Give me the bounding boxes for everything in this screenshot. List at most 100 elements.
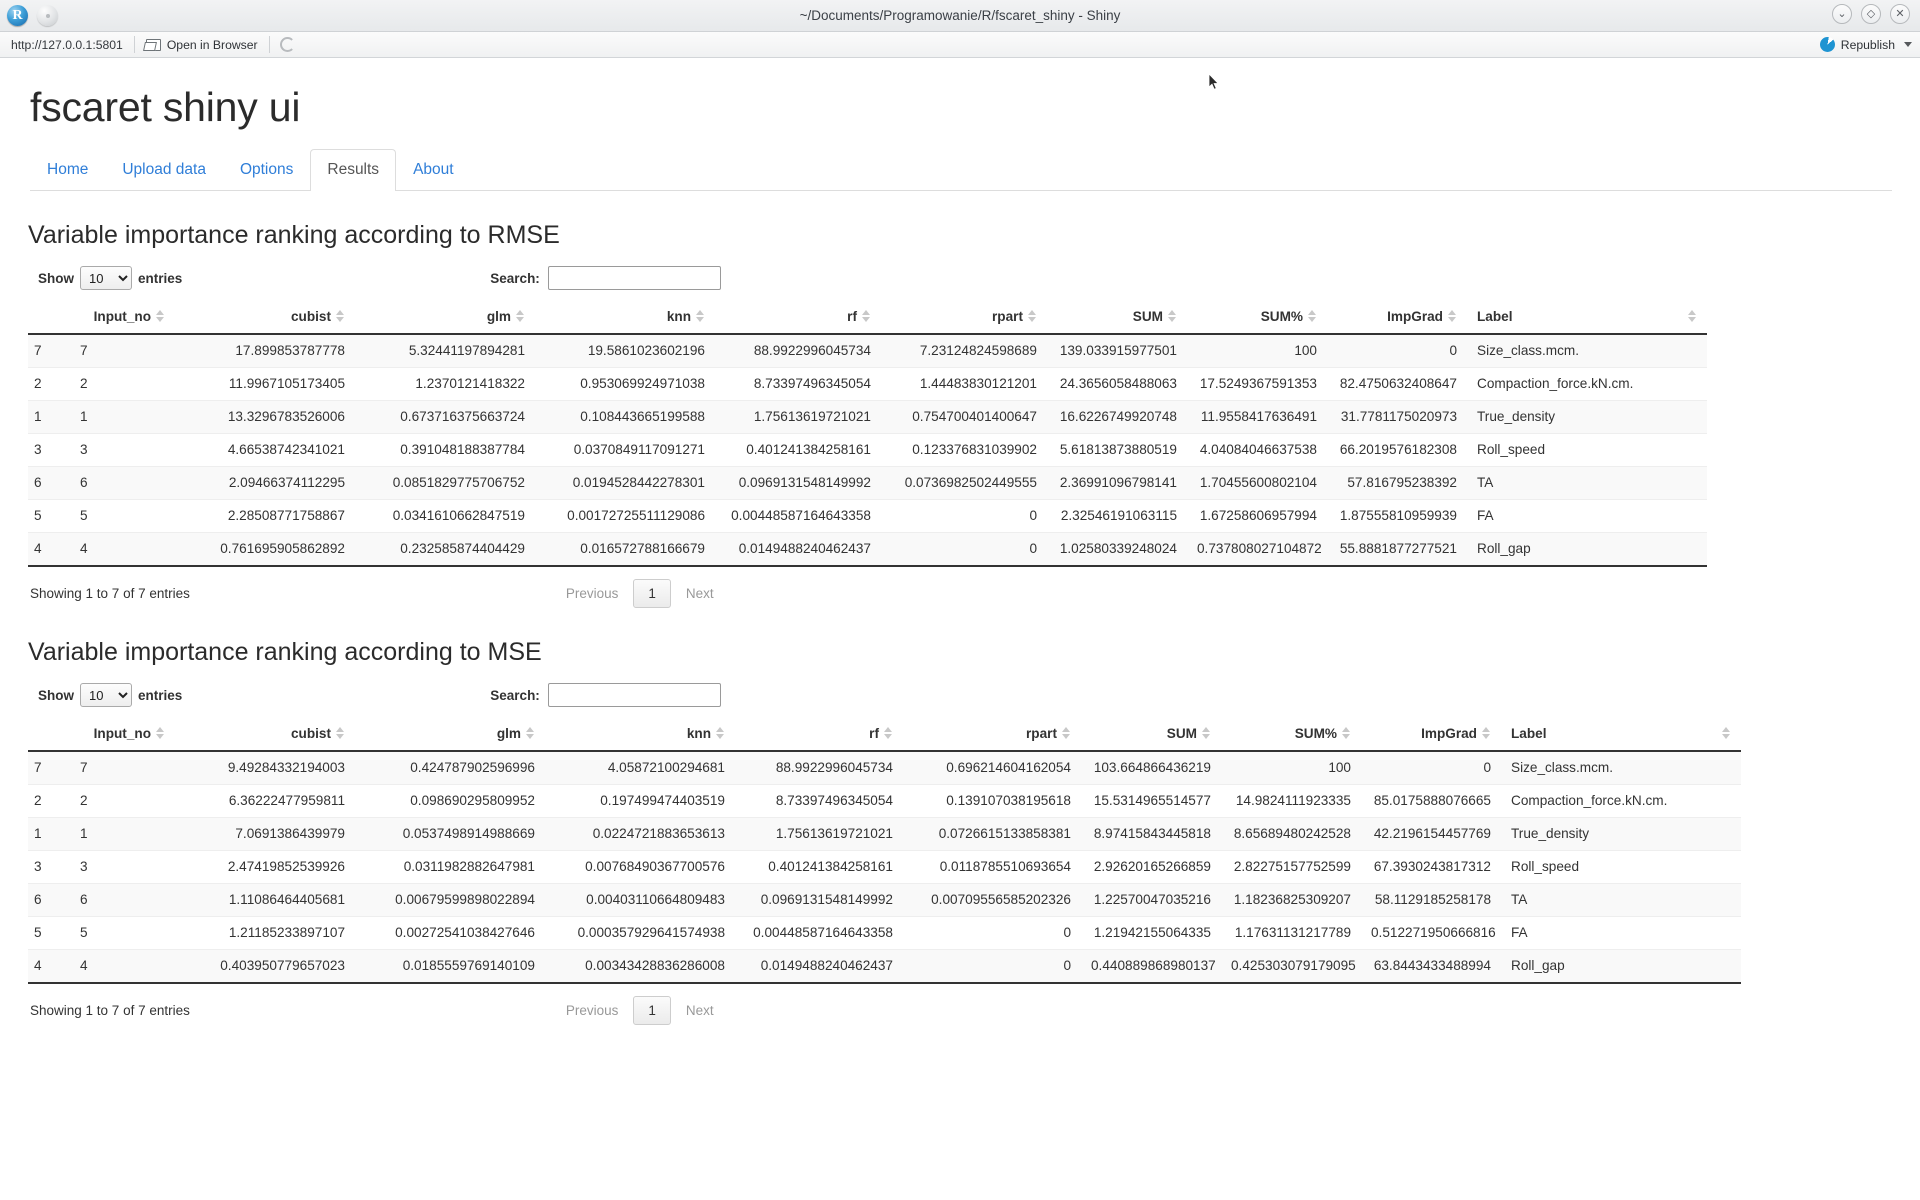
th-rpart-mse[interactable]: rpart — [903, 719, 1081, 753]
tab-about-item: About — [396, 149, 471, 190]
table-row[interactable]: 2 2 11.9967105173405 1.2370121418322 0.95306… — [28, 367, 1707, 402]
table-row[interactable]: 6 6 1.11086464405681 0.00679599898022894 0.0… — [28, 883, 1741, 918]
th-impgrad-rmse[interactable]: ImpGrad — [1327, 302, 1467, 336]
table-cell: 0.401241384258161 — [715, 433, 881, 468]
table-cell: 1.02580339248024 — [1047, 532, 1187, 568]
table-cell: 1.18236825309207 — [1221, 883, 1361, 918]
table-cell: 6 — [70, 883, 175, 918]
th-knn-rmse[interactable]: knn — [535, 302, 715, 336]
tab-about[interactable]: About — [396, 149, 471, 191]
tab-home[interactable]: Home — [30, 149, 105, 191]
table-cell: 0.0370849117091271 — [535, 433, 715, 468]
th-label-sum-mse: SUM — [1166, 726, 1197, 742]
table-cell: 2 — [70, 784, 175, 819]
table-cell: 3 — [28, 433, 70, 468]
th-label-sum-pct-mse: SUM% — [1294, 726, 1337, 742]
table-row[interactable]: 3 3 4.66538742341021 0.391048188387784 0.037… — [28, 433, 1707, 468]
th-cubist-rmse[interactable]: cubist — [175, 302, 355, 336]
tab-results[interactable]: Results — [310, 149, 397, 192]
table-cell: 0.0149488240462437 — [735, 949, 903, 985]
th-glm-rmse[interactable]: glm — [355, 302, 535, 336]
table-row[interactable]: 1 1 13.3296783526006 0.673716375663724 0.108… — [28, 400, 1707, 435]
th-glm-mse[interactable]: glm — [355, 719, 545, 753]
republish-button[interactable]: Republish — [1819, 37, 1912, 52]
page-1-button-mse[interactable]: 1 — [633, 996, 671, 1026]
page-length-select-mse[interactable]: 102550100 — [80, 683, 132, 708]
minimize-icon[interactable]: ⌄ — [1832, 4, 1852, 24]
th-sum-pct-mse[interactable]: SUM% — [1221, 719, 1361, 753]
table-row[interactable]: 7 7 9.49284332194003 0.424787902596996 4.058… — [28, 751, 1741, 786]
th-impgrad-mse[interactable]: ImpGrad — [1361, 719, 1501, 753]
page-title: fscaret shiny ui — [30, 84, 301, 130]
tab-upload-data[interactable]: Upload data — [105, 149, 223, 191]
chevron-down-icon[interactable] — [1904, 42, 1912, 47]
page-1-button-rmse[interactable]: 1 — [633, 579, 671, 609]
th-rownum-rmse — [28, 302, 70, 336]
th-input-no-mse[interactable]: Input_no — [70, 719, 175, 753]
table-cell: 2.92620165266859 — [1081, 850, 1221, 885]
table-row[interactable]: 1 1 7.0691386439979 0.0537498914988669 0.022… — [28, 817, 1741, 852]
table-cell: 31.7781175020973 — [1327, 400, 1467, 435]
previous-page-button-rmse[interactable]: Previous — [556, 580, 629, 607]
th-label-rf-rmse: rf — [847, 309, 857, 325]
table-cell: 0.00679599898022894 — [355, 883, 545, 918]
refresh-icon[interactable] — [279, 37, 295, 52]
table-cell: 0.403950779657023 — [175, 949, 355, 985]
table-row[interactable]: 4 4 0.403950779657023 0.0185559769140109 0.0… — [28, 949, 1741, 985]
table-cell: 1.75613619721021 — [715, 400, 881, 435]
table-cell: 103.664866436219 — [1081, 751, 1221, 786]
close-icon[interactable]: ✕ — [1890, 4, 1910, 24]
main-tabs: Home Upload data Options Results About — [30, 149, 1892, 192]
table-info-rmse: Showing 1 to 7 of 7 entries — [30, 586, 190, 602]
datatable-mse: Show 102550100 entries Search: — [28, 681, 1892, 1026]
th-rf-mse[interactable]: rf — [735, 719, 903, 753]
table-row[interactable]: 5 5 1.21185233897107 0.00272541038427646 0.0… — [28, 916, 1741, 951]
table-cell: 0.016572788166679 — [535, 532, 715, 568]
table-cell: 0.754700401400647 — [881, 400, 1047, 435]
table-row[interactable]: 2 2 6.36222477959811 0.098690295809952 0.197… — [28, 784, 1741, 819]
th-sum-rmse[interactable]: SUM — [1047, 302, 1187, 336]
th-sum-mse[interactable]: SUM — [1081, 719, 1221, 753]
table-row[interactable]: 3 3 2.47419852539926 0.0311982882647981 0.00… — [28, 850, 1741, 885]
th-input-no-rmse[interactable]: Input_no — [70, 302, 175, 336]
table-cell: 6.36222477959811 — [175, 784, 355, 819]
table-cell: 63.8443433488994 — [1361, 949, 1501, 985]
table-cell: 2.36991096798141 — [1047, 466, 1187, 501]
th-label-rmse[interactable]: Label — [1467, 302, 1707, 336]
search-input-mse[interactable] — [547, 683, 721, 708]
sort-icon — [696, 310, 705, 323]
table-cell: 88.9922996045734 — [735, 751, 903, 786]
table-cell: 0.197499474403519 — [545, 784, 735, 819]
th-cubist-mse[interactable]: cubist — [175, 719, 355, 753]
table-rmse-head: Input_no cubist glm knn rf rpart SUM SUM… — [28, 302, 1707, 336]
th-label-text-rmse: Label — [1477, 309, 1513, 325]
table-cell: 24.3656058488063 — [1047, 367, 1187, 402]
next-page-button-rmse[interactable]: Next — [676, 580, 724, 607]
th-rpart-rmse[interactable]: rpart — [881, 302, 1047, 336]
table-row[interactable]: 7 7 17.899853787778 5.32441197894281 19.5861… — [28, 334, 1707, 369]
table-row[interactable]: 6 6 2.09466374112295 0.0851829775706752 0.01… — [28, 466, 1707, 501]
th-label-mse[interactable]: Label — [1501, 719, 1741, 753]
th-rf-rmse[interactable]: rf — [715, 302, 881, 336]
search-input-rmse[interactable] — [547, 266, 721, 291]
tab-options[interactable]: Options — [223, 149, 310, 191]
open-in-browser-button[interactable]: Open in Browser — [135, 38, 269, 52]
table-cell: 4 — [70, 532, 175, 568]
table-cell: 42.2196154457769 — [1361, 817, 1501, 852]
table-cell: 1.2370121418322 — [355, 367, 535, 402]
table-rmse-body: 7 7 17.899853787778 5.32441197894281 19.5861… — [28, 334, 1707, 568]
th-knn-mse[interactable]: knn — [545, 719, 735, 753]
th-sum-pct-rmse[interactable]: SUM% — [1187, 302, 1327, 336]
table-row[interactable]: 4 4 0.761695905862892 0.232585874404429 0.01… — [28, 532, 1707, 568]
sort-icon — [1722, 727, 1731, 740]
table-cell: True_density — [1467, 400, 1707, 435]
popout-icon[interactable]: ◇ — [1861, 4, 1881, 24]
next-page-button-mse[interactable]: Next — [676, 997, 724, 1024]
table-cell: 0 — [881, 532, 1047, 568]
table-info-mse: Showing 1 to 7 of 7 entries — [30, 1003, 190, 1019]
table-cell: FA — [1467, 499, 1707, 534]
sort-icon — [716, 727, 725, 740]
previous-page-button-mse[interactable]: Previous — [556, 997, 629, 1024]
page-length-select-rmse[interactable]: 102550100 — [80, 266, 132, 291]
table-row[interactable]: 5 5 2.28508771758867 0.0341610662847519 0.00… — [28, 499, 1707, 534]
